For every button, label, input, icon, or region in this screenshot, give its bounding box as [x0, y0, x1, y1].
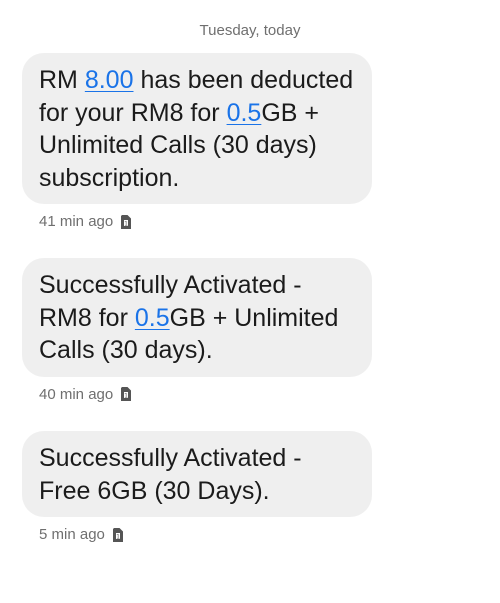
svg-text:1: 1 — [124, 220, 128, 227]
message-item[interactable]: RM 8.00 has been deducted for your RM8 f… — [22, 53, 372, 230]
svg-text:1: 1 — [124, 393, 128, 400]
message-bubble[interactable]: Successfully Activated - Free 6GB (30 Da… — [22, 431, 372, 517]
sim-card-icon: 1 — [112, 527, 123, 542]
amount-link[interactable]: 8.00 — [85, 66, 134, 94]
message-meta: 40 min ago 1 — [39, 386, 372, 403]
date-header: Tuesday, today — [199, 22, 301, 39]
message-item[interactable]: Successfully Activated - RM8 for 0.5GB +… — [22, 258, 372, 403]
message-meta: 5 min ago 1 — [39, 526, 372, 543]
sim-card-icon: 1 — [121, 387, 132, 401]
message-text: Successfully Activated - Free 6GB (30 Da… — [39, 444, 302, 505]
svg-text:1: 1 — [116, 533, 120, 540]
message-bubble[interactable]: RM 8.00 has been deducted for your RM8 f… — [22, 53, 372, 204]
number-link[interactable]: 0.5 — [227, 99, 262, 127]
message-item[interactable]: Successfully Activated - Free 6GB (30 Da… — [22, 431, 372, 543]
sim-card-icon: 1 — [121, 214, 132, 229]
number-link[interactable]: 0.5 — [135, 304, 170, 332]
message-timestamp: 5 min ago — [39, 526, 105, 543]
message-bubble[interactable]: Successfully Activated - RM8 for 0.5GB +… — [22, 258, 372, 377]
message-timestamp: 40 min ago — [39, 385, 114, 403]
message-text: RM — [39, 66, 85, 94]
message-timestamp: 41 min ago — [39, 213, 114, 230]
message-meta: 41 min ago 1 — [39, 213, 372, 230]
